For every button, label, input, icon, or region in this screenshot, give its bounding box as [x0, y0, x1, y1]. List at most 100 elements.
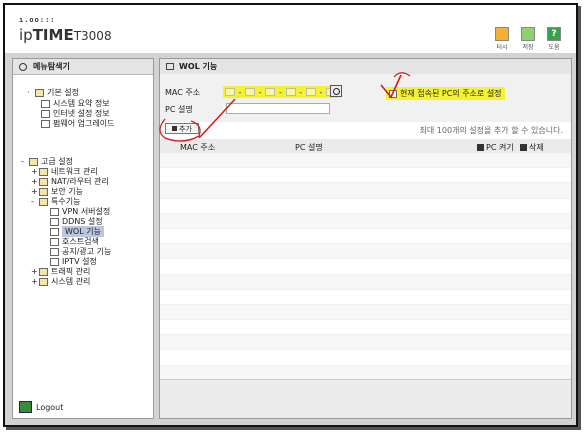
- wake-pc-label: PC 켜기: [486, 143, 514, 152]
- pc-name-input[interactable]: [226, 103, 330, 114]
- mac-octet-5[interactable]: [305, 88, 316, 96]
- column-pc-name: PC 설명: [295, 143, 323, 152]
- mac-separator: -: [238, 87, 242, 97]
- folder-icon: [29, 157, 38, 166]
- header: ı.oo::: ipTIMET3008 터시 저장 ? 도움: [5, 5, 576, 53]
- top-icons: 터시 저장 ? 도움: [492, 27, 564, 51]
- main-footer: [160, 379, 571, 418]
- mac-label: MAC 주소: [165, 88, 201, 97]
- folder-icon: [39, 267, 48, 276]
- mac-octet-3[interactable]: [265, 88, 276, 96]
- page-icon: [50, 207, 59, 216]
- page-icon: [50, 247, 59, 256]
- table-row: [160, 274, 571, 290]
- wol-form: MAC 주소 - - - - - 현재 접속된 PC의 주소로 설정 PC 설명: [160, 74, 571, 122]
- table-row: [160, 320, 571, 336]
- folder-icon: [39, 277, 48, 286]
- help-icon: ?: [547, 27, 561, 41]
- expand-icon: +: [31, 187, 38, 196]
- table-header: MAC 주소 PC 설명 PC 켜기 삭제: [160, 139, 571, 153]
- table-row: [160, 168, 571, 184]
- table-row: [160, 199, 571, 214]
- wake-pc-button[interactable]: PC 켜기: [477, 142, 514, 153]
- table-row: [160, 229, 571, 245]
- help-button[interactable]: ? 도움: [544, 27, 564, 51]
- expand-icon: +: [31, 167, 38, 176]
- table-row: [160, 304, 571, 321]
- delete-icon: [520, 144, 527, 151]
- wol-table-body: [160, 153, 571, 396]
- logo-dots: ı.oo:::: [19, 16, 56, 24]
- table-row: [160, 213, 571, 229]
- mac-address-input[interactable]: - - - - -: [223, 86, 338, 98]
- home-button[interactable]: 터시: [492, 27, 512, 51]
- page-title: WOL 기능: [179, 62, 218, 71]
- home-label: 터시: [496, 44, 508, 51]
- mac-octet-4[interactable]: [285, 88, 296, 96]
- folder-icon: [39, 167, 48, 176]
- add-button-label: 추가: [179, 124, 192, 133]
- add-button[interactable]: 추가: [165, 123, 199, 134]
- logo-prefix: ip: [19, 26, 33, 44]
- lock-icon: [39, 187, 48, 196]
- mac-separator: -: [278, 87, 282, 97]
- table-row: [160, 259, 571, 275]
- collapse-icon: -: [21, 157, 24, 166]
- expand-icon: +: [31, 177, 38, 186]
- current-pc-label: 현재 접속된 PC의 주소로 설정: [400, 89, 502, 98]
- table-row: [160, 153, 571, 169]
- expand-icon: +: [31, 277, 38, 286]
- logo: ipTIMET3008: [19, 26, 112, 44]
- folder-icon: [39, 197, 48, 206]
- window-frame: ı.oo::: ipTIMET3008 터시 저장 ? 도움 메뉴탐색기 · 기…: [3, 3, 578, 427]
- main-panel: WOL 기능 MAC 주소 - - - - - 현재 접속된 PC의 주소로 설…: [159, 58, 572, 419]
- home-icon: [495, 27, 509, 41]
- page-icon: [41, 119, 50, 128]
- add-icon: [172, 126, 178, 131]
- tree-basic-settings[interactable]: · 기본 설정: [27, 87, 79, 98]
- table-row: [160, 350, 571, 366]
- mac-separator: -: [258, 87, 262, 97]
- page-icon: [50, 257, 59, 266]
- table-row: [160, 183, 571, 199]
- save-button[interactable]: 저장: [518, 27, 538, 51]
- mac-search-button[interactable]: [330, 85, 342, 97]
- tree-label: 펌웨어 업그레이드: [53, 119, 115, 128]
- search-icon: [19, 62, 27, 71]
- current-pc-option[interactable]: 현재 접속된 PC의 주소로 설정: [386, 87, 505, 100]
- table-row: [160, 290, 571, 305]
- mac-separator: -: [299, 87, 303, 97]
- folder-icon: [39, 177, 48, 186]
- delete-button[interactable]: 삭제: [520, 142, 544, 153]
- pc-name-label: PC 설명: [165, 105, 193, 114]
- tree-system-management[interactable]: + 시스템 관리: [31, 276, 90, 287]
- limit-hint: 최대 100개의 설정을 추가 할 수 있습니다.: [419, 126, 563, 135]
- save-icon: [521, 27, 535, 41]
- tree-item-firmware-upgrade[interactable]: 펌웨어 업그레이드: [41, 118, 114, 129]
- logout-label: Logout: [36, 402, 64, 412]
- window-icon: [166, 63, 174, 70]
- page-icon: [41, 99, 50, 108]
- page-icon: [41, 109, 50, 118]
- mac-octet-1[interactable]: [224, 88, 235, 96]
- tree-label: 시스템 관리: [51, 277, 91, 286]
- logo-bold: TIME: [32, 26, 74, 44]
- main-header: WOL 기능: [160, 59, 571, 75]
- power-icon: [477, 144, 484, 151]
- save-label: 저장: [522, 44, 534, 51]
- page-icon: [50, 237, 59, 246]
- logout-icon: [19, 401, 32, 413]
- column-mac: MAC 주소: [180, 143, 216, 152]
- current-pc-checkbox[interactable]: [389, 89, 397, 98]
- sidebar-title: 메뉴탐색기: [33, 62, 70, 71]
- folder-icon: [35, 88, 44, 97]
- mac-octet-2[interactable]: [245, 88, 256, 96]
- help-label: 도움: [548, 44, 560, 51]
- page-icon: [50, 227, 59, 236]
- mac-separator: -: [319, 87, 323, 97]
- page-icon: [50, 217, 59, 226]
- logout-button[interactable]: Logout: [19, 401, 63, 413]
- sidebar-header: 메뉴탐색기: [13, 59, 153, 75]
- table-row: [160, 244, 571, 260]
- collapse-icon: -: [31, 197, 34, 206]
